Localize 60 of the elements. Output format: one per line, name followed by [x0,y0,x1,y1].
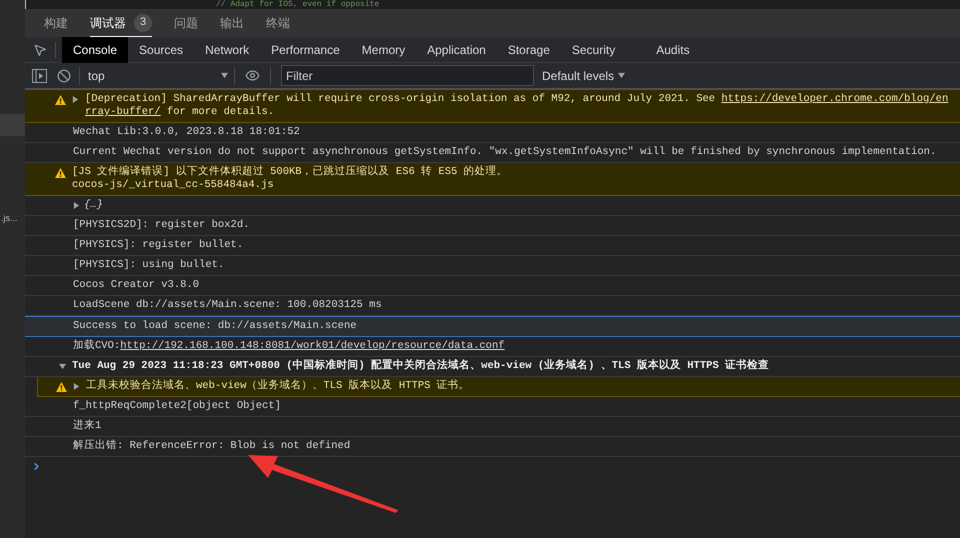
context-select[interactable]: top [88,66,234,84]
clear-console-icon[interactable] [57,68,71,82]
file-label[interactable]: .js... [0,212,18,226]
message-text: cocos-js/_virtual_cc-558484a4.js [72,179,274,192]
message-link[interactable]: https://developer.chrome.com/blog/en [721,93,948,106]
eye-icon[interactable] [245,68,260,83]
message-text: 解压出错: ReferenceError: Blob is not defined [73,440,350,453]
devtools-tab[interactable]: Security [560,36,646,62]
code-comment: // Adapt for IOS, even if opposite [216,0,380,9]
warning-icon [56,382,67,392]
devtools-tab[interactable]: Performance [260,36,351,62]
sidebar-selected-row [0,114,25,136]
expand-caret-icon[interactable] [73,383,80,390]
dropdown-caret-icon[interactable] [221,72,228,79]
tab-label: 终端 [266,15,290,32]
tab-label: 构建 [44,15,68,32]
message-text: 进来1 [73,420,102,433]
expand-caret-icon[interactable] [72,96,79,103]
count-badge: 3 [134,14,152,32]
tab-label: 输出 [220,15,244,32]
message-text: [PHYSICS2D]: register box2d. [73,219,250,232]
message-text: Success to load scene: db://assets/Main.scene [73,320,357,333]
message-text: 工具未校验合法域名、web-view（业务域名）、TLS 版本以及 HTTPS 证书。 [86,380,470,393]
message-link[interactable]: rray-buffer/ [85,106,161,119]
warning-icon [55,168,66,178]
panel-tab[interactable]: 终端 [266,9,290,37]
devtools-tab[interactable]: Storage [496,36,561,62]
devtools-tab[interactable]: Memory [350,36,416,62]
message-text: [PHYSICS]: register bullet. [73,239,244,252]
devtools-tab[interactable]: Sources [128,36,194,62]
message-text: [Deprecation] SharedArrayBuffer will require cross-origin isolation as of M92, around July 2021. See [85,93,716,106]
collapse-caret-icon[interactable] [59,363,66,370]
devtools-tab[interactable]: Audits [645,36,701,62]
devtools-tab[interactable]: Network [194,36,260,62]
message-text: [PHYSICS]: using bullet. [73,259,224,272]
levels-dropdown[interactable]: Default levels [542,66,626,84]
warning-icon [55,95,66,105]
devtools-tab[interactable]: Console [62,36,128,62]
inspect-icon[interactable] [33,42,47,56]
message-text: {…} [84,199,103,212]
tab-label: 调试器 [90,14,126,32]
devtools-tab[interactable]: Application [416,36,497,62]
message-text: Current Wechat version do not support asynchronous getSystemInfo. "wx.getSystemInfoAsync" will be finished by synchronous implementation. [73,146,936,159]
expand-caret-icon[interactable] [73,202,80,209]
message-text: 加载CVO: [73,340,120,353]
message-text: [JS 文件编译错误] 以下文件体积超过 500KB，已跳过压缩以及 ES6 转 ES5 的处理。 [72,166,508,179]
message-text: Cocos Creator v3.8.0 [73,279,200,292]
message-text: Tue Aug 29 2023 11:18:23 GMT+0800 (中国标准时间) 配置中关闭合法域名、web-view (业务域名) 、TLS 版本以及 HTTPS 证书检查 [72,360,770,373]
panel-tab[interactable]: 问题 [174,9,198,37]
filter-field[interactable]: Filter [281,65,534,86]
panel-tab[interactable]: 输出 [220,9,244,37]
message-text: Wechat Lib:3.0.0, 2023.8.18 18:01:52 [73,126,300,139]
tab-label: 问题 [174,15,198,32]
sidebar-toggle-icon[interactable] [32,68,47,82]
message-link[interactable]: http://192.168.100.148:8081/work01/develop/resource/data.conf [120,340,505,353]
message-text: LoadScene db://assets/Main.scene: 100.08203125 ms [73,299,382,312]
panel-tab[interactable]: 构建 [44,9,68,37]
dropdown-caret-icon[interactable] [618,72,626,79]
message-text: f_httpReqComplete2[object Object] [73,400,281,413]
message-text: for more details. [166,106,274,119]
